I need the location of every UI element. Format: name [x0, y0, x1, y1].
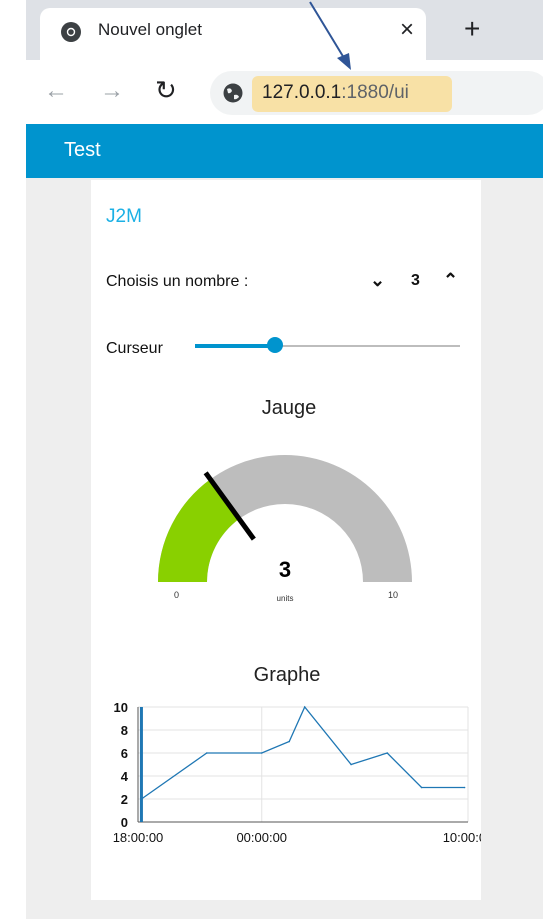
chart-point	[463, 786, 466, 789]
gauge-title: Jauge	[261, 397, 317, 419]
numeric-label: Choisis un nombre :	[106, 273, 249, 290]
numeric-value[interactable]: 3	[411, 272, 420, 290]
chart-point	[260, 752, 263, 754]
chart-point	[140, 798, 143, 800]
url-text[interactable]: 127.0.0.1:1880/ui	[262, 82, 409, 104]
gauge-max-label: 10	[388, 590, 399, 600]
chart-point	[420, 786, 423, 789]
chart-y-tick-label: 6	[121, 746, 128, 761]
close-tab-icon[interactable]: ×	[400, 18, 414, 42]
url-path: :1880/ui	[341, 82, 409, 103]
gauge-units: units	[276, 594, 294, 603]
slider-thumb[interactable]	[266, 337, 283, 353]
chart-y-tick-label: 8	[121, 723, 128, 738]
chevron-down-icon[interactable]: ⌄	[370, 270, 385, 291]
chart-y-tick-label: 0	[121, 815, 128, 830]
chart-point	[350, 763, 352, 766]
slider-fill	[195, 344, 275, 348]
gauge-value: 3	[278, 557, 292, 582]
chart-x-tick-label: 10:00:00	[443, 830, 481, 845]
globe-icon[interactable]	[222, 82, 244, 104]
chart-point	[386, 752, 389, 754]
chart-x-tick-label: 00:00:00	[236, 830, 287, 845]
group-title: J2M	[106, 206, 142, 227]
line-chart: 0 2 4 6 8 10 18:00:00 00:00:00 10:00:00	[113, 700, 481, 845]
dashboard-header	[26, 124, 543, 178]
new-tab-icon[interactable]: +	[464, 15, 480, 43]
chart-y-tick-label: 2	[121, 792, 128, 807]
chart-title: Graphe	[253, 664, 321, 686]
chrome-icon	[61, 22, 81, 42]
chart-point	[303, 706, 306, 708]
dashboard-title: Test	[64, 139, 101, 161]
back-arrow-icon[interactable]: ←	[44, 79, 68, 103]
chart-y-tick-label: 4	[121, 769, 129, 784]
gauge-min-label: 0	[174, 590, 180, 600]
forward-arrow-icon[interactable]: →	[100, 79, 124, 103]
chart-point	[288, 740, 291, 743]
reload-icon[interactable]: ↻	[155, 77, 177, 103]
chevron-up-icon[interactable]: ⌃	[443, 270, 458, 291]
tab-title: Nouvel onglet	[98, 20, 202, 39]
annotation-arrow-icon	[309, 1, 351, 70]
chart-x-tick-label: 18:00:00	[113, 830, 164, 845]
url-host: 127.0.0.1	[262, 82, 342, 103]
slider-label: Curseur	[106, 340, 163, 357]
chart-point	[205, 752, 208, 754]
chart-y-tick-label: 10	[114, 700, 128, 715]
